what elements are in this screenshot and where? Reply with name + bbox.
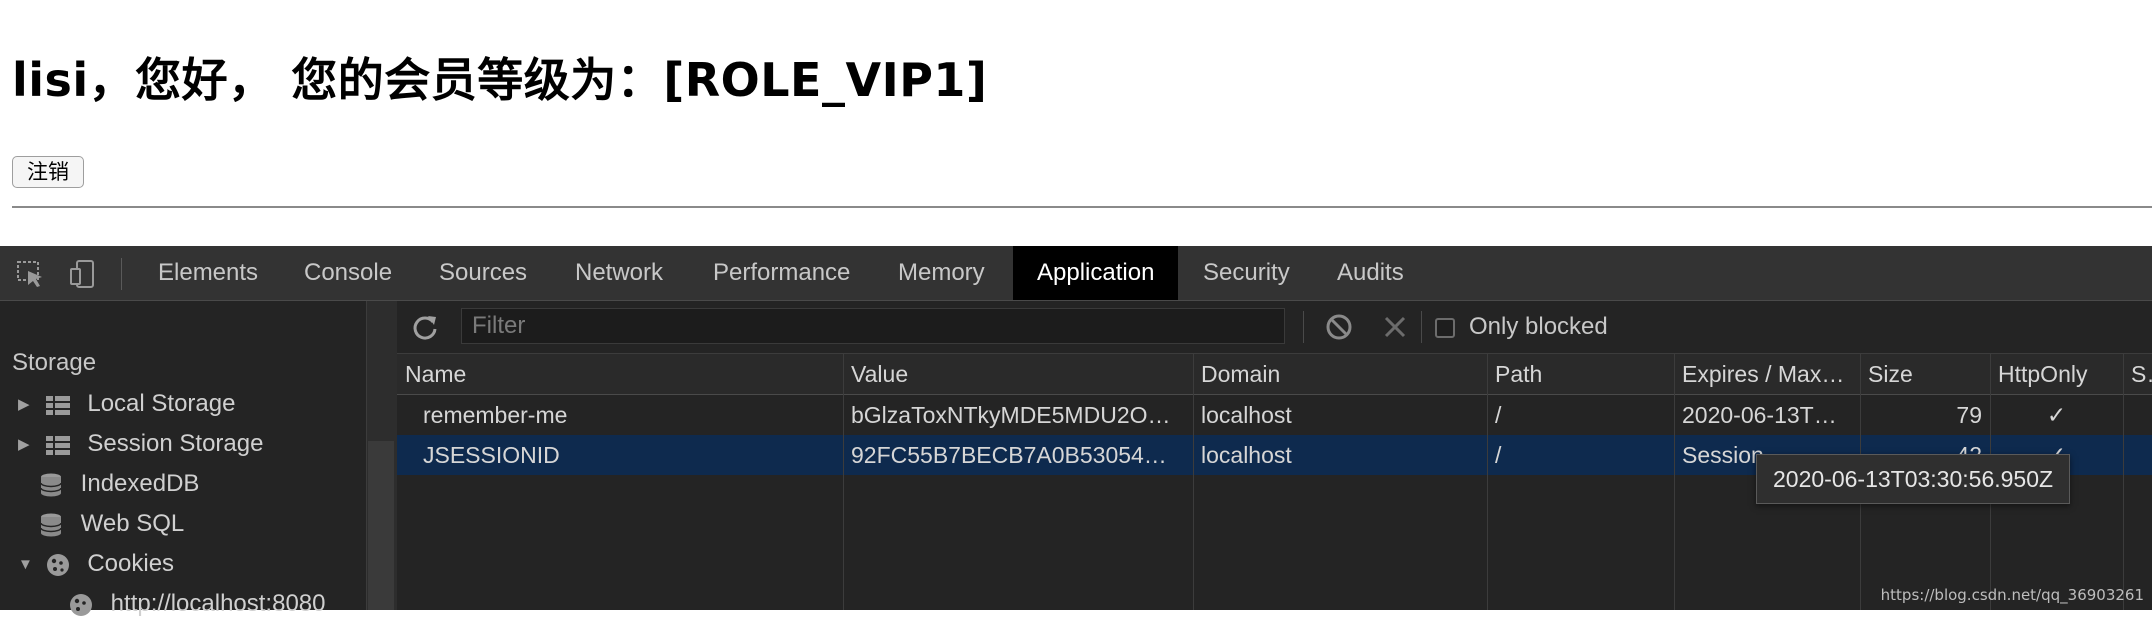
table-row[interactable]: remember-me bGlzaToxNTkyMDE5MDU2O… local…	[397, 395, 2152, 435]
column-header-secure[interactable]: Se	[2123, 354, 2152, 394]
column-header-path[interactable]: Path	[1487, 354, 1674, 394]
cell-path: /	[1495, 442, 1502, 468]
sidebar-item-label: Web SQL	[80, 510, 185, 537]
cookie-icon	[45, 550, 81, 577]
cell-domain: localhost	[1201, 402, 1292, 428]
column-divider	[1487, 354, 1488, 610]
column-divider	[1674, 354, 1675, 610]
tab-elements[interactable]: Elements	[134, 246, 282, 300]
tab-audits[interactable]: Audits	[1313, 246, 1428, 300]
toolbar-separator	[121, 258, 122, 290]
database-icon	[38, 510, 74, 537]
only-blocked-label: Only blocked	[1469, 313, 1608, 340]
sidebar-item-local-storage[interactable]: ▶ Local Storage	[18, 384, 235, 424]
sidebar-item-label: Session Storage	[87, 430, 264, 457]
cookies-table-header: Name Value Domain Path Expires / Max… Si…	[397, 354, 2152, 395]
column-divider	[2123, 354, 2124, 610]
collapse-arrow-icon[interactable]: ▼	[18, 545, 38, 585]
devtools-panel: Elements Console Sources Network Performance…	[0, 246, 2152, 617]
cell-name: JSESSIONID	[423, 442, 560, 468]
column-divider	[843, 354, 844, 610]
device-toolbar-icon[interactable]	[68, 259, 98, 289]
cell-expires: 2020-06-13T…	[1682, 402, 1837, 428]
sidebar-item-cookie-origin[interactable]: http://localhost:8080	[68, 584, 326, 624]
tab-sources[interactable]: Sources	[415, 246, 551, 300]
storage-section-title: Storage	[12, 349, 97, 376]
cell-httponly: ✓	[2046, 402, 2067, 428]
column-header-httponly[interactable]: HttpOnly	[1990, 354, 2123, 394]
inspect-element-icon[interactable]	[16, 259, 46, 289]
grid-icon	[45, 430, 81, 457]
devtools-tabbar: Elements Console Sources Network Performance…	[0, 246, 2152, 301]
refresh-icon[interactable]	[411, 313, 439, 347]
cell-value: bGlzaToxNTkyMDE5MDU2O…	[851, 402, 1171, 428]
tab-application[interactable]: Application	[1013, 246, 1179, 300]
cell-path: /	[1495, 402, 1502, 428]
expand-arrow-icon[interactable]: ▶	[18, 385, 38, 425]
application-sidebar: Storage ▶ Local Storage ▶ Session Storag…	[0, 301, 366, 617]
sidebar-item-label: Cookies	[87, 550, 175, 577]
greeting-heading: lisi，您好， 您的会员等级为：[ROLE_VIP1]	[12, 53, 988, 107]
clear-all-icon[interactable]	[1325, 313, 1353, 347]
toolbar-separator	[1303, 311, 1304, 343]
cell-domain: localhost	[1201, 442, 1292, 468]
delete-selected-icon[interactable]	[1383, 315, 1407, 345]
sidebar-item-label: Local Storage	[87, 390, 236, 417]
expand-arrow-icon[interactable]: ▶	[18, 425, 38, 465]
tab-console[interactable]: Console	[280, 246, 416, 300]
column-header-domain[interactable]: Domain	[1193, 354, 1487, 394]
tab-network[interactable]: Network	[551, 246, 687, 300]
column-divider	[1193, 354, 1194, 610]
cell-value: 92FC55B7BECB7A0B53054…	[851, 442, 1167, 468]
cookie-icon	[68, 590, 104, 617]
cell-name: remember-me	[423, 402, 568, 428]
tab-security[interactable]: Security	[1179, 246, 1314, 300]
sidebar-item-session-storage[interactable]: ▶ Session Storage	[18, 424, 263, 464]
column-header-expires[interactable]: Expires / Max…	[1674, 354, 1860, 394]
sidebar-item-label: IndexedDB	[80, 470, 200, 497]
filter-input[interactable]	[461, 308, 1285, 344]
sidebar-item-label: http://localhost:8080	[110, 590, 326, 617]
database-icon	[38, 470, 74, 497]
column-header-size[interactable]: Size	[1860, 354, 1990, 394]
column-header-value[interactable]: Value	[843, 354, 1193, 394]
only-blocked-checkbox[interactable]	[1435, 318, 1455, 338]
logout-button[interactable]: 注销	[12, 156, 84, 188]
sidebar-item-cookies[interactable]: ▼ Cookies	[18, 544, 174, 584]
page-content: lisi，您好， 您的会员等级为：[ROLE_VIP1] 注销	[0, 0, 2152, 246]
horizontal-rule	[12, 206, 2152, 208]
watermark: https://blog.csdn.net/qq_36903261	[1880, 586, 2144, 604]
tab-performance[interactable]: Performance	[689, 246, 874, 300]
cookies-toolbar: Only blocked	[397, 301, 2152, 354]
tab-memory[interactable]: Memory	[874, 246, 1009, 300]
sidebar-item-web-sql[interactable]: Web SQL	[38, 504, 184, 544]
column-header-name[interactable]: Name	[397, 354, 843, 394]
cell-size: 79	[1956, 402, 1982, 428]
grid-icon	[45, 390, 81, 417]
expires-tooltip: 2020-06-13T03:30:56.950Z	[1756, 454, 2071, 504]
toolbar-separator	[1421, 311, 1422, 343]
sidebar-item-indexeddb[interactable]: IndexedDB	[38, 464, 199, 504]
sidebar-scrollbar[interactable]	[368, 441, 394, 610]
